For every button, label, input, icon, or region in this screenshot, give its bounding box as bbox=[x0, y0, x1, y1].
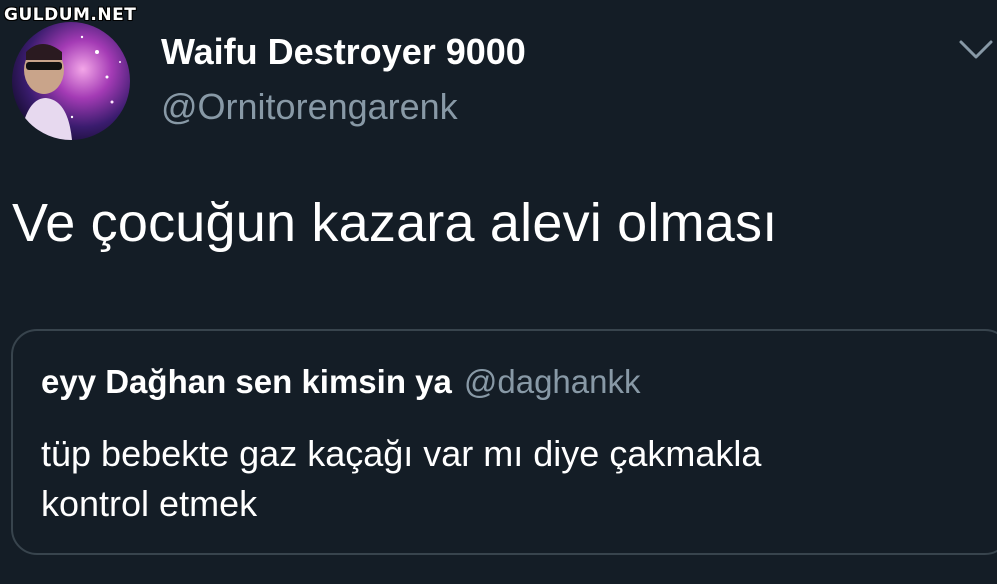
quoted-tweet-line: kontrol etmek bbox=[41, 483, 258, 524]
quoted-author-handle: @daghankk bbox=[463, 363, 641, 400]
tweet-screenshot: GULDUM.NET Waifu Destroyer 9000 @Ornitor… bbox=[0, 0, 997, 584]
avatar[interactable] bbox=[12, 22, 130, 140]
author-display-name[interactable]: Waifu Destroyer 9000 bbox=[161, 31, 526, 73]
chevron-down-icon[interactable] bbox=[958, 38, 994, 62]
quoted-author-name: eyy Dağhan sen kimsin ya bbox=[41, 363, 452, 400]
galaxy-avatar-icon bbox=[12, 22, 130, 140]
quoted-tweet-header: eyy Dağhan sen kimsin ya @daghankk bbox=[41, 363, 640, 401]
author-handle[interactable]: @Ornitorengarenk bbox=[161, 86, 458, 128]
quoted-tweet-text: tüp bebekte gaz kaçağı var mı diye çakma… bbox=[41, 429, 941, 529]
tweet-text: Ve çocuğun kazara alevi olması bbox=[12, 193, 778, 253]
quoted-tweet-card[interactable]: eyy Dağhan sen kimsin ya @daghankk tüp be… bbox=[11, 329, 997, 555]
quoted-tweet-line: tüp bebekte gaz kaçağı var mı diye çakma… bbox=[41, 433, 762, 474]
